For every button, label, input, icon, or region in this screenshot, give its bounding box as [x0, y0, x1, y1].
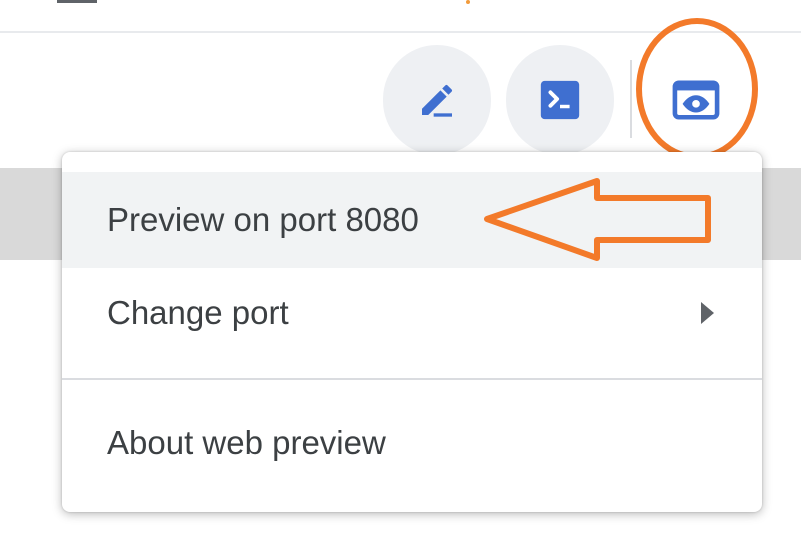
web-preview-button[interactable]	[640, 45, 752, 155]
menu-divider	[62, 378, 762, 380]
terminal-icon	[540, 80, 580, 120]
web-preview-icon	[672, 80, 720, 120]
menu-item-preview-port[interactable]: Preview on port 8080	[62, 172, 762, 268]
header-divider	[0, 31, 801, 33]
menu-item-change-port[interactable]: Change port	[62, 268, 762, 358]
menu-item-label: About web preview	[107, 424, 386, 461]
screenshot: Preview on port 8080 Change port About w…	[0, 0, 801, 533]
chevron-right-icon	[701, 302, 714, 324]
menu-item-label: Preview on port 8080	[107, 201, 419, 238]
progress-dot	[466, 0, 470, 4]
edit-button[interactable]	[383, 45, 491, 155]
web-preview-menu: Preview on port 8080 Change port About w…	[62, 152, 762, 512]
menu-item-about[interactable]: About web preview	[62, 398, 762, 488]
menu-bar-fragment	[57, 0, 97, 3]
cloud-shell-button[interactable]	[506, 45, 614, 155]
menu-item-label: Change port	[107, 294, 289, 331]
toolbar-separator	[630, 60, 632, 138]
pencil-icon	[422, 84, 453, 117]
